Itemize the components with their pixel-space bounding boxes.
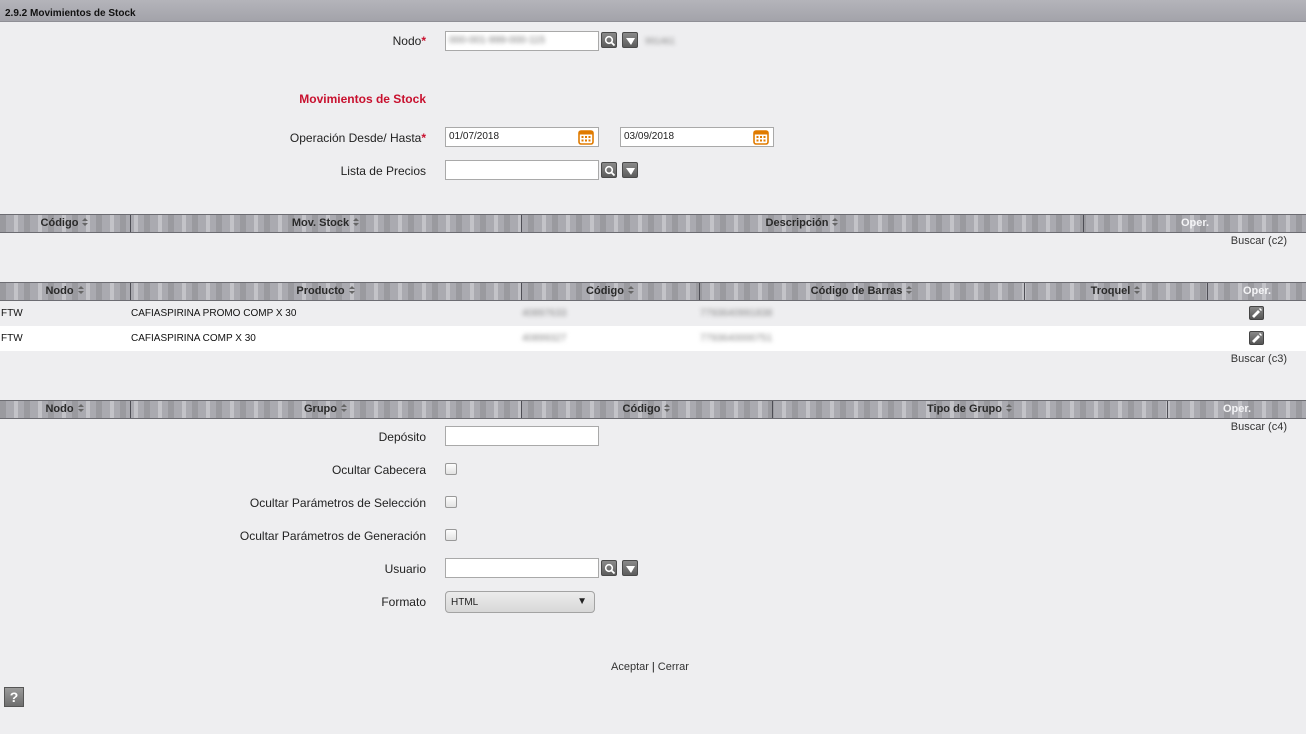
grid-c4-col-codigo[interactable]: Código	[521, 401, 772, 418]
calendar-icon	[753, 130, 769, 145]
usuario-search-button[interactable]	[601, 560, 617, 576]
grid-c4-col-nodo[interactable]: Nodo	[0, 401, 130, 418]
grid-c4-col-grupo[interactable]: Grupo	[130, 401, 521, 418]
date-from-input[interactable]: 01/07/2018	[445, 127, 599, 147]
grid-c3-col-codigo[interactable]: Código	[521, 283, 699, 300]
eraser-icon	[626, 168, 635, 175]
lista-precios-search-button[interactable]	[601, 162, 617, 178]
row-edit-button[interactable]	[1249, 331, 1264, 345]
required-mark: *	[421, 131, 426, 145]
deposito-input[interactable]	[445, 426, 599, 446]
sort-icon	[348, 286, 355, 294]
cerrar-link[interactable]: Cerrar	[658, 661, 689, 673]
cell-nodo: FTW	[1, 308, 23, 319]
search-icon	[604, 563, 616, 575]
grid-c2-col-mov-stock[interactable]: Mov. Stock	[130, 215, 521, 232]
formato-select[interactable]: HTML ▼	[445, 591, 595, 613]
lista-precios-input[interactable]	[445, 160, 599, 180]
operacion-label: Operación Desde/ Hasta*	[289, 131, 426, 145]
nodo-extra-value: 991461	[645, 36, 676, 46]
grid-c3-col-oper: Oper.	[1207, 283, 1306, 300]
buscar-c2-link[interactable]: Buscar (c2)	[1231, 235, 1287, 247]
sort-icon	[353, 218, 360, 226]
nodo-search-button[interactable]	[601, 32, 617, 48]
cell-codigo-barras: 7793640000751	[700, 333, 773, 344]
window-title-bar: 2.9.2 Movimientos de Stock	[0, 0, 1306, 22]
window-title: 2.9.2 Movimientos de Stock	[5, 8, 136, 19]
sort-icon	[77, 286, 84, 294]
nodo-input[interactable]: 000-001-999-000-115	[445, 31, 599, 51]
cell-producto: CAFIASPIRINA COMP X 30	[131, 333, 256, 344]
grid-c3-col-troquel[interactable]: Troquel	[1024, 283, 1207, 300]
grid-c4-col-tipo-grupo[interactable]: Tipo de Grupo	[772, 401, 1167, 418]
ocultar-generacion-label: Ocultar Parámetros de Generación	[239, 529, 426, 543]
form-actions: Aceptar | Cerrar	[611, 661, 689, 673]
grid-c2-col-descripcion[interactable]: Descripción	[521, 215, 1083, 232]
date-from-calendar-button[interactable]	[578, 129, 596, 147]
cell-nodo: FTW	[1, 333, 23, 344]
search-icon	[604, 165, 616, 177]
search-icon	[604, 35, 616, 47]
edit-icon	[1252, 308, 1262, 318]
grid-c2-header: Código Mov. Stock Descripción Oper.	[0, 214, 1306, 233]
grid-c3-header: Nodo Producto Código Código de Barras Tr…	[0, 282, 1306, 301]
sort-icon	[627, 286, 634, 294]
table-row[interactable]: FTW CAFIASPIRINA COMP X 30 40899327 7793…	[0, 326, 1306, 351]
grid-c3-col-codigo-barras[interactable]: Código de Barras	[699, 283, 1024, 300]
section-title: Movimientos de Stock	[299, 92, 426, 106]
row-edit-button[interactable]	[1249, 306, 1264, 320]
buscar-c3-link[interactable]: Buscar (c3)	[1231, 353, 1287, 365]
nodo-clear-button[interactable]	[622, 32, 638, 48]
sort-icon	[664, 404, 671, 412]
formato-label: Formato	[381, 595, 426, 609]
table-row[interactable]: FTW CAFIASPIRINA PROMO COMP X 30 4089763…	[0, 301, 1306, 326]
eraser-icon	[626, 38, 635, 45]
grid-c2-col-codigo[interactable]: Código	[0, 215, 130, 232]
grid-c2-col-oper: Oper.	[1083, 215, 1306, 232]
grid-c4-header: Nodo Grupo Código Tipo de Grupo Oper.	[0, 400, 1306, 419]
ocultar-seleccion-checkbox[interactable]	[445, 496, 457, 508]
usuario-label: Usuario	[384, 562, 426, 576]
actions-separator: |	[651, 661, 655, 673]
calendar-icon	[578, 130, 594, 145]
date-to-input[interactable]: 03/09/2018	[620, 127, 774, 147]
buscar-c4-link[interactable]: Buscar (c4)	[1231, 421, 1287, 433]
lista-precios-label: Lista de Precios	[340, 164, 426, 178]
sort-icon	[82, 218, 89, 226]
ocultar-seleccion-label: Ocultar Parámetros de Selección	[249, 496, 426, 510]
sort-icon	[906, 286, 913, 294]
cell-producto: CAFIASPIRINA PROMO COMP X 30	[131, 308, 297, 319]
lista-precios-clear-button[interactable]	[622, 162, 638, 178]
sort-icon	[77, 404, 84, 412]
sort-icon	[1005, 404, 1012, 412]
ocultar-generacion-checkbox[interactable]	[445, 529, 457, 541]
sort-icon	[341, 404, 347, 412]
grid-c4-col-oper: Oper.	[1167, 401, 1306, 418]
usuario-input[interactable]	[445, 558, 599, 578]
aceptar-link[interactable]: Aceptar	[611, 661, 649, 673]
usuario-clear-button[interactable]	[622, 560, 638, 576]
chevron-down-icon: ▼	[577, 596, 587, 607]
deposito-label: Depósito	[378, 430, 426, 444]
cell-codigo: 40899327	[522, 333, 567, 344]
required-mark: *	[421, 34, 426, 48]
sort-icon	[1134, 286, 1141, 294]
grid-c3-col-producto[interactable]: Producto	[130, 283, 521, 300]
nodo-label: Nodo*	[392, 34, 426, 48]
help-button[interactable]: ?	[4, 687, 24, 707]
eraser-icon	[626, 566, 635, 573]
cell-codigo-barras: 7793640991838	[700, 308, 773, 319]
edit-icon	[1252, 333, 1262, 343]
grid-c3-col-nodo[interactable]: Nodo	[0, 283, 130, 300]
ocultar-cabecera-label: Ocultar Cabecera	[331, 463, 426, 477]
sort-icon	[832, 218, 839, 226]
ocultar-cabecera-checkbox[interactable]	[445, 463, 457, 475]
cell-codigo: 40897633	[522, 308, 567, 319]
date-to-calendar-button[interactable]	[753, 129, 771, 147]
